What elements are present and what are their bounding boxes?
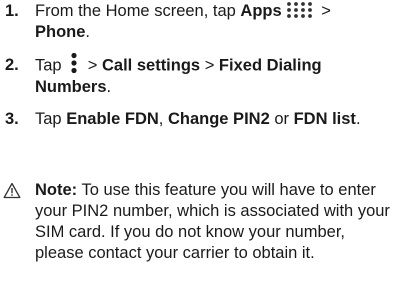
call-settings-label: Call settings — [102, 56, 201, 75]
phone-label: Phone — [35, 23, 86, 41]
step-text: From the Home screen, tap Apps > Phone. — [35, 1, 331, 41]
apps-grid-icon — [285, 1, 315, 19]
menu-dots-icon — [69, 52, 79, 74]
apps-label: Apps — [240, 2, 282, 20]
step-text: Tap > Call settings > Fixed Dialing Numb… — [35, 52, 390, 98]
note-text: Note: To use this feature you will have … — [35, 181, 390, 262]
enable-fdn-label: Enable FDN — [66, 110, 159, 128]
instruction-document: 1. From the Home screen, tap Apps > Phon… — [0, 0, 396, 294]
note-label: Note: — [35, 181, 78, 199]
warning-triangle-icon — [3, 182, 21, 199]
step-text: Tap Enable FDN, Change PIN2 or FDN list. — [35, 110, 361, 128]
step-number: 3. — [5, 110, 19, 128]
step-number: 1. — [5, 2, 19, 20]
step-number: 2. — [5, 56, 19, 74]
change-pin2-label: Change PIN2 — [167, 110, 270, 128]
fdn-list-label: FDN list — [293, 110, 356, 128]
